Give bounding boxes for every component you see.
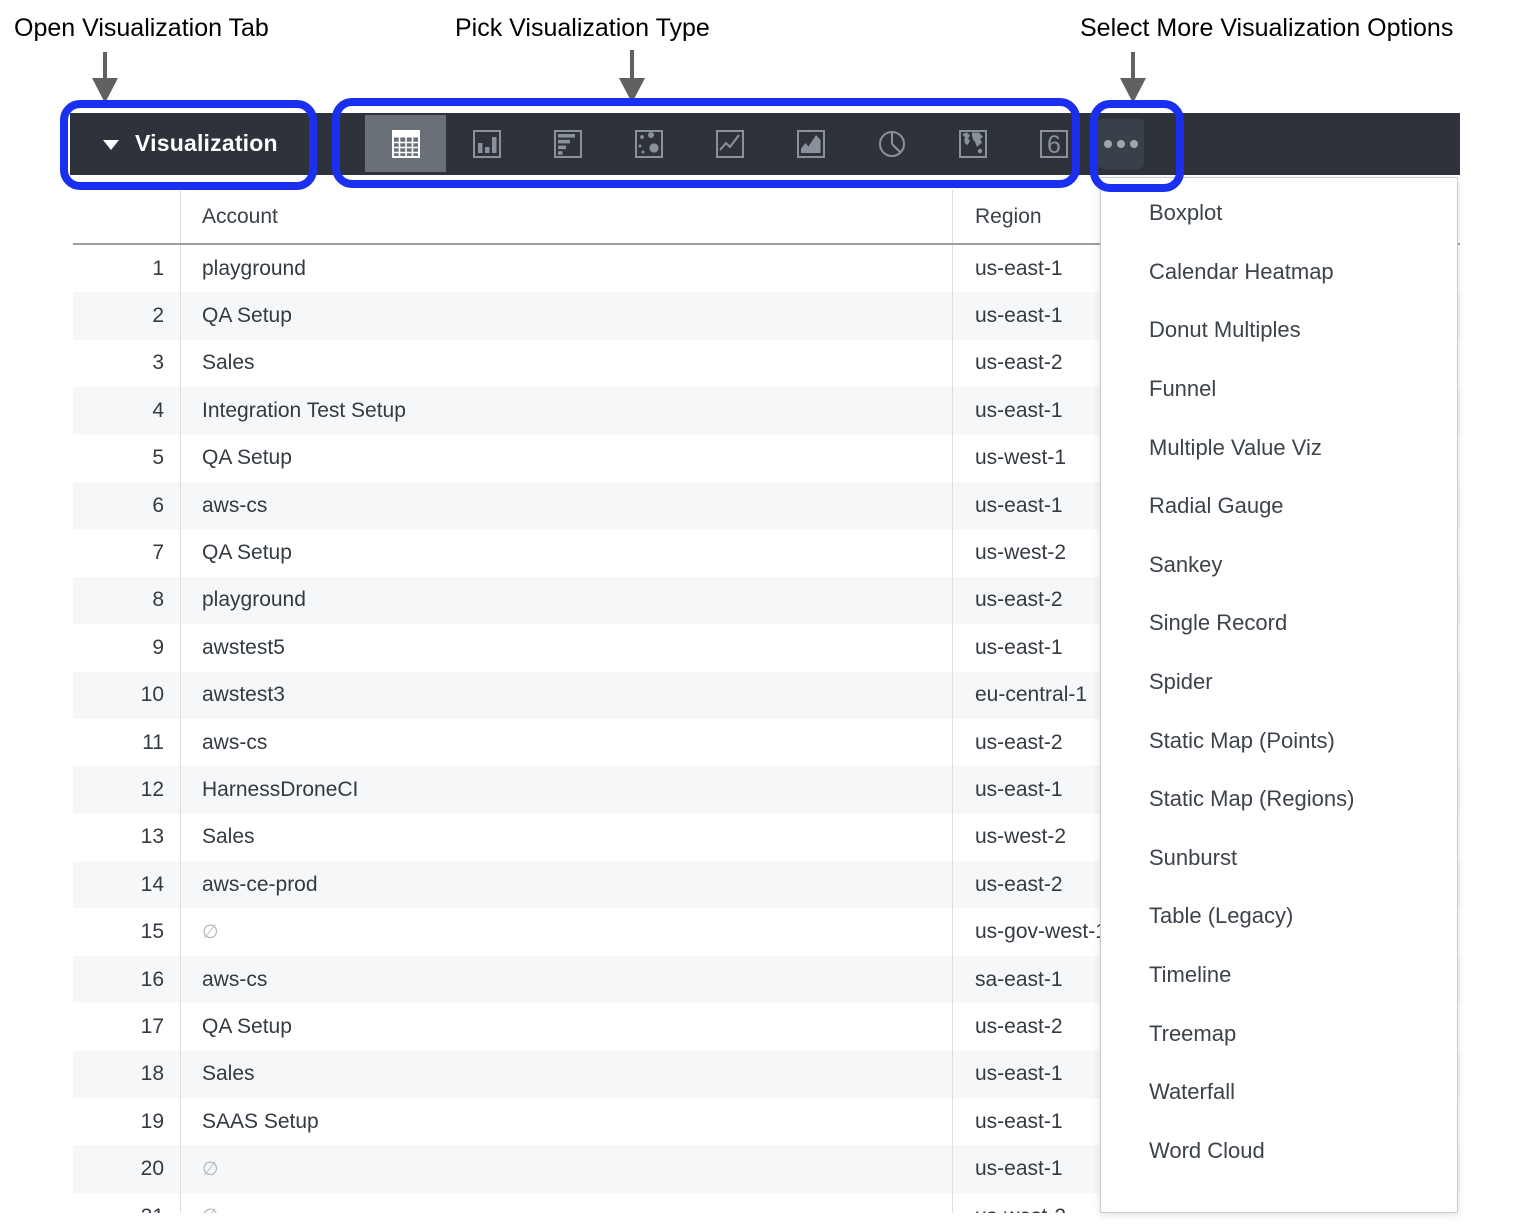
more-visualizations-button[interactable] — [1098, 119, 1144, 169]
cell-account[interactable]: SAAS Setup — [181, 1098, 953, 1145]
row-number: 4 — [73, 387, 181, 434]
annotation-more-options: Select More Visualization Options — [1080, 14, 1453, 43]
menu-item-static-map-regions[interactable]: Static Map (Regions) — [1101, 770, 1457, 829]
viz-type-picker: 6 — [365, 113, 1094, 175]
cell-account[interactable]: ∅ — [181, 908, 953, 955]
cell-account[interactable]: QA Setup — [181, 1003, 953, 1050]
annotation-pick-type: Pick Visualization Type — [455, 14, 710, 43]
row-number-header — [73, 190, 181, 243]
cell-account[interactable]: aws-cs — [181, 482, 953, 529]
cell-account[interactable]: playground — [181, 245, 953, 292]
menu-item-multiple-value-viz[interactable]: Multiple Value Viz — [1101, 418, 1457, 477]
menu-item-waterfall[interactable]: Waterfall — [1101, 1063, 1457, 1122]
down-arrow-icon — [619, 50, 645, 103]
row-number: 7 — [73, 529, 181, 576]
row-number: 3 — [73, 340, 181, 387]
cell-account[interactable]: playground — [181, 577, 953, 624]
world-map-icon[interactable] — [932, 115, 1013, 172]
row-number: 11 — [73, 719, 181, 766]
menu-item-timeline[interactable]: Timeline — [1101, 946, 1457, 1005]
cell-account[interactable]: Integration Test Setup — [181, 387, 953, 434]
cell-account[interactable]: ∅ — [181, 1193, 953, 1213]
cell-account[interactable]: awstest3 — [181, 672, 953, 719]
svg-text:6: 6 — [1047, 131, 1061, 159]
area-chart-icon[interactable] — [770, 115, 851, 172]
menu-item-calendar-heatmap[interactable]: Calendar Heatmap — [1101, 243, 1457, 302]
row-number: 16 — [73, 956, 181, 1003]
caret-down-icon — [103, 140, 119, 150]
menu-item-sankey[interactable]: Sankey — [1101, 536, 1457, 595]
row-number: 15 — [73, 908, 181, 955]
row-number: 12 — [73, 766, 181, 813]
menu-item-word-cloud[interactable]: Word Cloud — [1101, 1122, 1457, 1181]
menu-item-funnel[interactable]: Funnel — [1101, 360, 1457, 419]
row-number: 2 — [73, 292, 181, 339]
down-arrow-icon — [1120, 52, 1146, 103]
row-number: 18 — [73, 1051, 181, 1098]
null-value-icon: ∅ — [202, 1205, 219, 1213]
bar-chart-horizontal-icon[interactable] — [527, 115, 608, 172]
row-number: 19 — [73, 1098, 181, 1145]
menu-item-single-record[interactable]: Single Record — [1101, 594, 1457, 653]
cell-account[interactable]: Sales — [181, 340, 953, 387]
line-chart-icon[interactable] — [689, 115, 770, 172]
scatter-plot-icon[interactable] — [608, 115, 689, 172]
cell-account[interactable]: awstest5 — [181, 624, 953, 671]
cell-account[interactable]: Sales — [181, 1051, 953, 1098]
annotation-open-tab: Open Visualization Tab — [14, 14, 269, 43]
row-number: 14 — [73, 861, 181, 908]
single-value-icon[interactable]: 6 — [1013, 115, 1094, 172]
cell-account[interactable]: aws-cs — [181, 719, 953, 766]
row-number: 20 — [73, 1145, 181, 1192]
column-header-account[interactable]: Account — [181, 190, 953, 243]
menu-item-sunburst[interactable]: Sunburst — [1101, 829, 1457, 888]
row-number: 17 — [73, 1003, 181, 1050]
table-icon[interactable] — [365, 115, 446, 172]
cell-account[interactable]: aws-cs — [181, 956, 953, 1003]
cell-account[interactable]: HarnessDroneCI — [181, 766, 953, 813]
row-number: 6 — [73, 482, 181, 529]
pie-chart-icon[interactable] — [851, 115, 932, 172]
row-number: 21 — [73, 1193, 181, 1213]
row-number: 9 — [73, 624, 181, 671]
menu-item-table-legacy[interactable]: Table (Legacy) — [1101, 887, 1457, 946]
menu-item-boxplot[interactable]: Boxplot — [1101, 184, 1457, 243]
more-visualizations-menu: BoxplotCalendar HeatmapDonut MultiplesFu… — [1100, 177, 1458, 1213]
cell-account[interactable]: aws-ce-prod — [181, 861, 953, 908]
cell-account[interactable]: QA Setup — [181, 435, 953, 482]
menu-item-spider[interactable]: Spider — [1101, 653, 1457, 712]
row-number: 8 — [73, 577, 181, 624]
menu-item-radial-gauge[interactable]: Radial Gauge — [1101, 477, 1457, 536]
down-arrow-icon — [92, 52, 118, 103]
cell-account[interactable]: QA Setup — [181, 529, 953, 576]
visualization-toolbar: Visualization 6 — [70, 113, 1460, 175]
cell-account[interactable]: QA Setup — [181, 292, 953, 339]
menu-item-donut-multiples[interactable]: Donut Multiples — [1101, 301, 1457, 360]
ellipsis-icon — [1104, 140, 1112, 148]
null-value-icon: ∅ — [202, 1158, 219, 1181]
row-number: 13 — [73, 814, 181, 861]
cell-account[interactable]: Sales — [181, 814, 953, 861]
null-value-icon: ∅ — [202, 921, 219, 944]
visualization-tab[interactable]: Visualization — [70, 113, 320, 175]
column-chart-icon[interactable] — [446, 115, 527, 172]
row-number: 10 — [73, 672, 181, 719]
row-number: 1 — [73, 245, 181, 292]
cell-account[interactable]: ∅ — [181, 1145, 953, 1192]
visualization-tab-label: Visualization — [135, 130, 278, 157]
row-number: 5 — [73, 435, 181, 482]
menu-item-treemap[interactable]: Treemap — [1101, 1004, 1457, 1063]
menu-item-static-map-points[interactable]: Static Map (Points) — [1101, 711, 1457, 770]
